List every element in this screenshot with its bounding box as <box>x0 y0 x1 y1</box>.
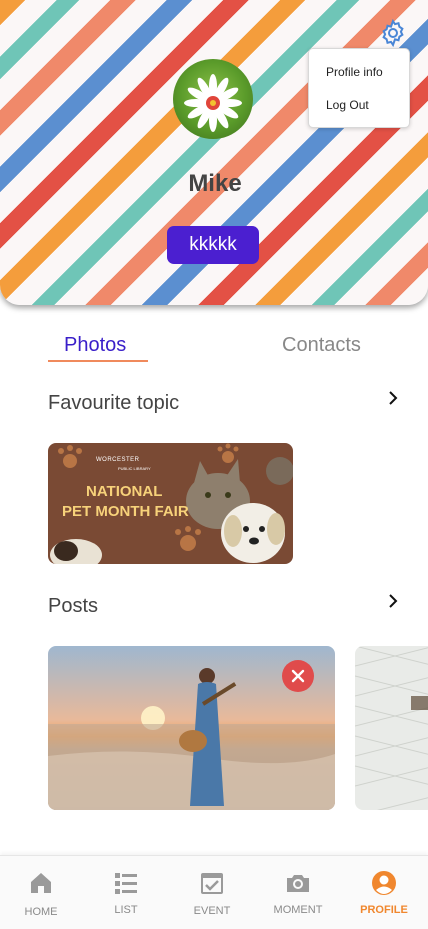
topic-org-line1: WORCESTER <box>96 457 140 463</box>
close-icon <box>291 669 305 683</box>
camera-icon <box>287 875 309 892</box>
topic-org-line2: PUBLIC LIBRARY <box>118 466 151 471</box>
profile-banner: Mike kkkkk <box>0 0 428 305</box>
avatar[interactable] <box>173 59 253 139</box>
topic-headline-1: NATIONAL <box>86 483 163 500</box>
tab-photos[interactable]: Photos <box>64 334 126 357</box>
profile-icon <box>372 871 396 895</box>
posts-title: Posts <box>48 595 99 617</box>
chevron-right-icon[interactable] <box>385 593 401 609</box>
home-icon <box>31 873 51 893</box>
favourite-topic-title: Favourite topic <box>48 392 180 414</box>
nav-item-profile[interactable]: PROFILE <box>344 856 424 929</box>
menu-item-profile-info[interactable]: Profile info <box>326 65 383 79</box>
profile-badge-button[interactable]: kkkkk <box>167 226 259 264</box>
settings-dropdown: Profile info Log Out <box>308 48 410 128</box>
daisy-image <box>184 74 242 132</box>
post-card[interactable] <box>355 646 428 810</box>
bottom-nav: HOME LIST EVENT MOMENT PROFILE <box>0 855 428 929</box>
nav-label-event: EVENT <box>193 905 231 917</box>
nav-item-list[interactable]: LIST <box>86 856 166 929</box>
profile-name: Mike <box>188 170 242 197</box>
nav-item-home[interactable]: HOME <box>1 856 81 929</box>
tab-contacts[interactable]: Contacts <box>282 334 361 357</box>
menu-item-log-out[interactable]: Log Out <box>326 98 369 112</box>
nav-item-event[interactable]: EVENT <box>172 856 252 929</box>
topic-headline-2: PET MONTH FAIR <box>62 503 189 520</box>
list-icon <box>115 873 137 894</box>
chevron-right-icon[interactable] <box>385 390 401 406</box>
gear-icon <box>382 18 404 48</box>
nav-label-moment: MOMENT <box>273 904 323 916</box>
settings-button[interactable] <box>376 16 410 50</box>
nav-label-list: LIST <box>114 904 138 916</box>
quilted-fabric-image <box>355 646 428 810</box>
nav-item-moment[interactable]: MOMENT <box>258 856 338 929</box>
nav-label-home: HOME <box>24 906 58 918</box>
favourite-topic-card[interactable]: WORCESTER PUBLIC LIBRARY NATIONAL PET MO… <box>48 443 293 564</box>
active-tab-indicator <box>48 360 148 362</box>
delete-post-button[interactable] <box>282 660 314 692</box>
nav-label-profile: PROFILE <box>360 904 408 916</box>
event-icon <box>201 873 223 894</box>
